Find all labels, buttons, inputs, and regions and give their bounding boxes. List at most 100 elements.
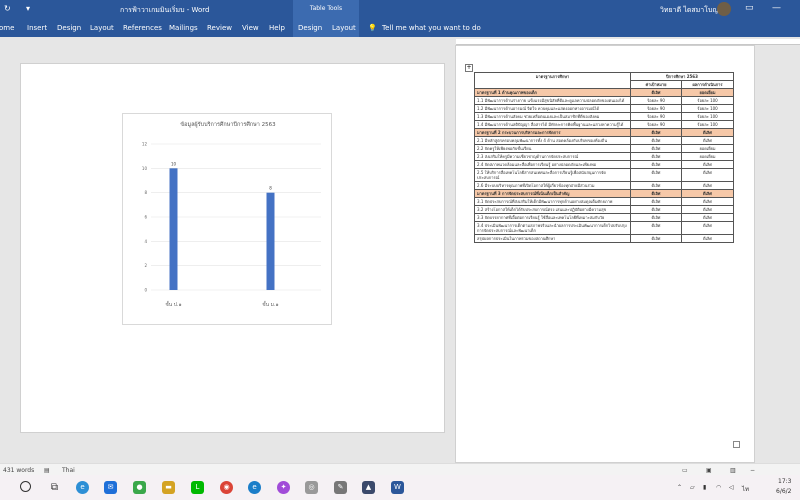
print-layout-icon[interactable]: ▣: [706, 467, 712, 474]
focus-icon[interactable]: ▭: [682, 467, 688, 474]
y-tick-label: 6: [144, 215, 147, 220]
ribbon-display-icon[interactable]: ▭: [745, 3, 754, 13]
result-value: ดีเลิศ: [680, 136, 735, 145]
search-icon[interactable]: [20, 481, 31, 492]
language-indicator[interactable]: Thai: [62, 467, 75, 474]
minimize-icon[interactable]: —: [772, 3, 781, 13]
app-icon[interactable]: ◎: [305, 481, 318, 494]
result-value: ร้อยละ 100: [680, 120, 735, 129]
indicator-text: สรุปผลการประเมินในภาพรวมของสถานศึกษา: [474, 234, 631, 243]
result-value: ร้อยละ 100: [680, 104, 735, 113]
table-move-handle-icon[interactable]: +: [465, 64, 473, 72]
task-view-icon[interactable]: ⧉: [48, 481, 61, 494]
table-resize-handle[interactable]: [733, 441, 740, 448]
tab-mailings[interactable]: Mailings: [169, 24, 198, 32]
browser-icon[interactable]: e: [76, 481, 89, 494]
target-value: ดีเลิศ: [630, 197, 682, 206]
tray-chevron-icon[interactable]: ⌃: [677, 484, 682, 491]
tab-design[interactable]: Design: [57, 24, 81, 32]
avatar[interactable]: [717, 2, 731, 16]
indicator-text: 2.2 จัดครูให้เพียงพอกับชั้นเรียน: [474, 144, 631, 153]
edge-icon[interactable]: e: [248, 481, 261, 494]
chrome-icon[interactable]: ◉: [220, 481, 233, 494]
bar: [266, 192, 275, 290]
tab-help[interactable]: Help: [269, 24, 285, 32]
indicator-text: มาตรฐานที่ 2 กระบวนการบริหารและการจัดการ: [474, 128, 631, 137]
input-method-icon[interactable]: ไท: [742, 484, 749, 494]
chat-icon[interactable]: ✦: [277, 481, 290, 494]
proofing-icon[interactable]: ▤: [44, 467, 50, 474]
wechat-icon[interactable]: ●: [133, 481, 146, 494]
y-tick-label: 4: [144, 239, 147, 244]
word-icon[interactable]: W: [391, 481, 404, 494]
chart-title: ข้อมูลผู้รับบริการศึกษาปีการศึกษา 2563: [180, 121, 276, 128]
autosave-icon[interactable]: ↻ ▾: [4, 4, 30, 13]
tab-table-design[interactable]: Design: [298, 24, 322, 32]
photos-icon[interactable]: ▲: [362, 481, 375, 494]
clock-time[interactable]: 17:3: [778, 478, 791, 485]
target-value: ร้อยละ 90: [630, 96, 682, 105]
result-value: ดีเลิศ: [680, 189, 735, 198]
tell-me-box[interactable]: Tell me what you want to do: [382, 24, 481, 32]
table-row: 3.3 จัดบรรยากาศที่เอื้อต่อการเรียนรู้ ใช…: [474, 213, 735, 222]
target-value: ร้อยละ 90: [630, 104, 682, 113]
indicator-text: 1.4 มีพัฒนาการด้านสติปัญญา สื่อสารได้ มี…: [474, 120, 631, 129]
battery-icon[interactable]: ▮: [703, 484, 706, 491]
table-row: 2.2 จัดครูให้เพียงพอกับชั้นเรียน ดีเลิศ ยอ…: [474, 144, 735, 153]
status-bar: 431 words ▤ Thai ▭ ▣ ▥ −: [0, 463, 800, 475]
indicator-text: 2.3 ส่งเสริมให้ครูมีความเชี่ยวชาญด้านการ…: [474, 152, 631, 161]
header-year: ปีการศึกษา 2563: [629, 72, 735, 81]
header-standard: มาตรฐานการศึกษา: [474, 72, 631, 89]
target-value: ดีเลิศ: [630, 128, 682, 137]
word-count[interactable]: 431 words: [3, 467, 34, 474]
result-value: ยอดเยี่ยม: [680, 152, 735, 161]
table-tools-context: Table Tools: [293, 0, 359, 20]
target-value: ดีเลิศ: [630, 144, 682, 153]
tab-references[interactable]: References: [123, 24, 162, 32]
tab-home[interactable]: ome: [0, 24, 14, 32]
tab-insert[interactable]: Insert: [27, 24, 47, 32]
table-section-row: มาตรฐานที่ 1 ด้านคุณภาพของเด็ก ดีเลิศ ยอดเ…: [474, 88, 735, 97]
standards-table[interactable]: มาตรฐานการศึกษา ปีการศึกษา 2563 ค่าเป้าห…: [474, 72, 735, 243]
zoom-out-icon[interactable]: −: [750, 467, 755, 474]
taskbar: ⧉ e ✉ ● ▬ L ◉ e ✦ ◎ ✎ ▲ W ⌃ ▱ ▮ ◠ ◁ ไท 1…: [0, 475, 800, 500]
tab-view[interactable]: View: [242, 24, 259, 32]
chart-container[interactable]: ข้อมูลผู้รับบริการศึกษาปีการศึกษา 2563 0 2…: [122, 113, 332, 325]
result-value: ยอดเยี่ยม: [680, 88, 735, 97]
tools-icon[interactable]: ✎: [334, 481, 347, 494]
header-result: ผลการดำเนินการ: [680, 80, 735, 89]
table-row: 2.5 ให้บริการสื่อเทคโนโลยีสารสนเทศและสื่…: [474, 168, 735, 182]
y-tick-label: 2: [144, 263, 147, 268]
result-value: ยอดเยี่ยม: [680, 144, 735, 153]
table-section-row: มาตรฐานที่ 3 การจัดประสบการณ์ที่เน้นเด็ก…: [474, 189, 735, 198]
indicator-text: 3.1 จัดประสบการณ์ที่ส่งเสริมให้เด็กมีพัฒ…: [474, 197, 631, 206]
file-explorer-icon[interactable]: ▬: [162, 481, 175, 494]
web-layout-icon[interactable]: ▥: [730, 467, 736, 474]
indicator-text: 1.1 มีพัฒนาการด้านร่างกาย แข็งแรงมีสุขนิ…: [474, 96, 631, 105]
target-value: ดีเลิศ: [630, 213, 682, 222]
network-icon[interactable]: ▱: [690, 484, 695, 491]
wifi-icon[interactable]: ◠: [716, 484, 721, 491]
line-icon[interactable]: L: [191, 481, 204, 494]
target-value: ดีเลิศ: [630, 88, 682, 97]
tab-layout[interactable]: Layout: [90, 24, 114, 32]
result-value: ดีเลิศ: [680, 205, 735, 214]
result-value: ดีเลิศ: [680, 197, 735, 206]
volume-icon[interactable]: ◁: [729, 484, 734, 491]
y-tick-label: 12: [142, 142, 148, 147]
tab-table-layout[interactable]: Layout: [332, 24, 356, 32]
table-row: 1.4 มีพัฒนาการด้านสติปัญญา สื่อสารได้ มี…: [474, 120, 735, 129]
table-row: 3.4 ประเมินพัฒนาการเด็กตามสภาพจริงและนำผ…: [474, 221, 735, 235]
tab-review[interactable]: Review: [207, 24, 232, 32]
x-category-label: ชั้น ม.๑: [262, 299, 278, 308]
table-row: 1.2 มีพัฒนาการด้านอารมณ์ จิตใจ ควบคุมและ…: [474, 104, 735, 113]
result-value: ร้อยละ 100: [680, 112, 735, 121]
table-row: สรุปผลการประเมินในภาพรวมของสถานศึกษา ดีเล…: [474, 234, 735, 243]
lightbulb-icon: 💡: [368, 24, 377, 32]
target-value: ดีเลิศ: [630, 168, 682, 182]
result-value: ดีเลิศ: [680, 181, 735, 190]
table-row: 1.1 มีพัฒนาการด้านร่างกาย แข็งแรงมีสุขนิ…: [474, 96, 735, 105]
messenger-icon[interactable]: ✉: [104, 481, 117, 494]
clock-date[interactable]: 6/6/2: [776, 488, 792, 495]
user-name[interactable]: วิทยาดี ไดสมาโบญ: [660, 5, 718, 16]
